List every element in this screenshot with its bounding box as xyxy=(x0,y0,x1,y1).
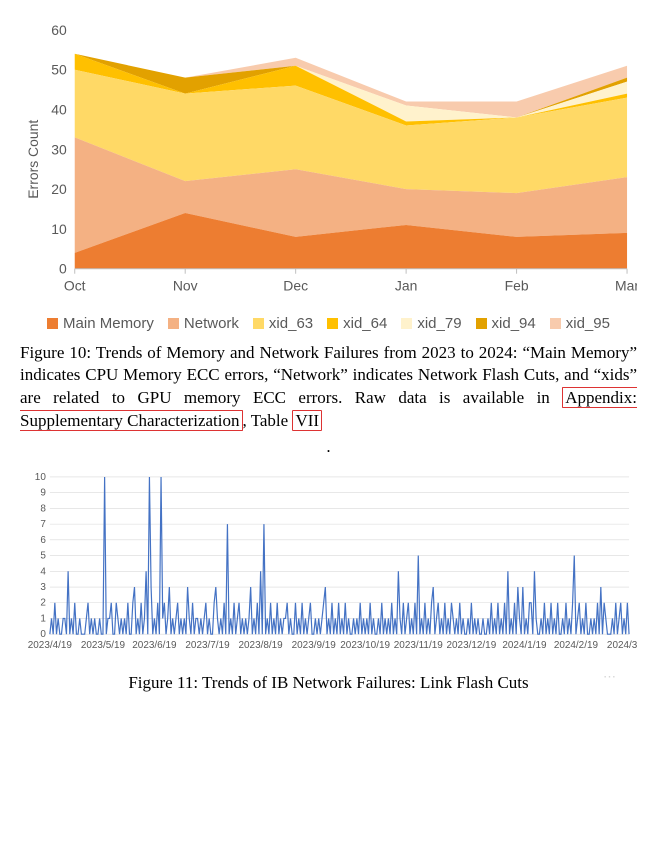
svg-text:2023/9/19: 2023/9/19 xyxy=(292,640,337,651)
legend-swatch xyxy=(327,318,338,329)
legend-item: Network xyxy=(168,315,239,332)
legend-swatch xyxy=(253,318,264,329)
legend-label: xid_64 xyxy=(343,315,387,332)
svg-text:5: 5 xyxy=(40,551,46,562)
legend-swatch xyxy=(47,318,58,329)
legend-item: xid_79 xyxy=(401,315,461,332)
svg-text:Feb: Feb xyxy=(505,278,529,294)
area-plot: 0 10 20 30 40 50 60 Oct Nov Dec Jan Feb Mar xyxy=(51,22,637,294)
svg-text:60: 60 xyxy=(51,22,67,38)
table-ref-link[interactable]: VII xyxy=(292,410,322,431)
svg-text:2023/4/19: 2023/4/19 xyxy=(28,640,73,651)
legend-label: xid_95 xyxy=(566,315,610,332)
svg-text:2023/12/19: 2023/12/19 xyxy=(447,640,497,651)
svg-text:2023/5/19: 2023/5/19 xyxy=(81,640,126,651)
y-axis-label: Errors Count xyxy=(25,120,41,199)
legend-swatch xyxy=(550,318,561,329)
svg-text:3: 3 xyxy=(40,582,46,593)
svg-text:2023/11/19: 2023/11/19 xyxy=(394,640,443,651)
legend-swatch xyxy=(168,318,179,329)
svg-text:2024/1/19: 2024/1/19 xyxy=(502,640,547,651)
svg-text:7: 7 xyxy=(40,519,46,530)
legend-item: xid_63 xyxy=(253,315,313,332)
area-chart-svg: 0 10 20 30 40 50 60 Oct Nov Dec Jan Feb Mar Errors C… xyxy=(20,10,637,309)
svg-text:2023/7/19: 2023/7/19 xyxy=(185,640,230,651)
legend-label: Main Memory xyxy=(63,315,154,332)
svg-text:2: 2 xyxy=(40,598,46,609)
line-chart-svg: 0 1 2 3 4 5 6 7 8 9 10 2023/4/19 2023/5/19 2023/6/19 2… xyxy=(20,467,637,666)
svg-text:Mar: Mar xyxy=(615,278,637,294)
svg-text:2023/8/19: 2023/8/19 xyxy=(239,640,284,651)
legend-label: Network xyxy=(184,315,239,332)
legend-label: xid_94 xyxy=(492,315,536,332)
svg-text:9: 9 xyxy=(40,488,46,499)
svg-text:2023/6/19: 2023/6/19 xyxy=(132,640,177,651)
svg-text:0: 0 xyxy=(59,261,67,277)
figure-10-caption: Figure 10: Trends of Memory and Network … xyxy=(20,342,637,434)
svg-text:10: 10 xyxy=(35,472,47,483)
figure-10-chart: 0 10 20 30 40 50 60 Oct Nov Dec Jan Feb Mar Errors C… xyxy=(20,10,637,309)
svg-text:Jan: Jan xyxy=(395,278,417,294)
caption-mid: , Table xyxy=(243,411,293,430)
legend-item: xid_95 xyxy=(550,315,610,332)
svg-text:8: 8 xyxy=(40,504,46,515)
legend-item: xid_64 xyxy=(327,315,387,332)
svg-text:0: 0 xyxy=(40,629,46,640)
svg-text:Dec: Dec xyxy=(283,278,308,294)
figure-11-caption: Figure 11: Trends of IB Network Failures… xyxy=(20,672,637,695)
svg-text:1: 1 xyxy=(40,614,46,625)
svg-text:Oct: Oct xyxy=(64,278,86,294)
line-plot: 0 1 2 3 4 5 6 7 8 9 10 2023/4/19 2023/5/19 2023/6/19 2… xyxy=(28,472,637,651)
legend-item: Main Memory xyxy=(47,315,154,332)
caption-text: Figure 10: Trends of Memory and Network … xyxy=(20,343,637,408)
svg-text:30: 30 xyxy=(51,141,67,157)
svg-text:2024/3/19: 2024/3/19 xyxy=(607,640,637,651)
legend-swatch xyxy=(401,318,412,329)
legend-label: xid_63 xyxy=(269,315,313,332)
svg-text:4: 4 xyxy=(40,567,46,578)
svg-text:2023/10/19: 2023/10/19 xyxy=(340,640,390,651)
legend-item: xid_94 xyxy=(476,315,536,332)
figure-10-legend: Main Memory Network xid_63 xid_64 xid_79 xid_… xyxy=(20,315,637,332)
svg-text:50: 50 xyxy=(51,62,67,78)
legend-swatch xyxy=(476,318,487,329)
svg-text:6: 6 xyxy=(40,535,46,546)
svg-text:10: 10 xyxy=(51,221,67,237)
figure-11-chart: 0 1 2 3 4 5 6 7 8 9 10 2023/4/19 2023/5/19 2023/6/19 2… xyxy=(20,467,637,666)
svg-text:40: 40 xyxy=(51,101,67,117)
svg-text:Nov: Nov xyxy=(173,278,198,294)
svg-text:2024/2/19: 2024/2/19 xyxy=(554,640,599,651)
svg-text:20: 20 xyxy=(51,181,67,197)
center-dot: . xyxy=(20,437,637,457)
legend-label: xid_79 xyxy=(417,315,461,332)
